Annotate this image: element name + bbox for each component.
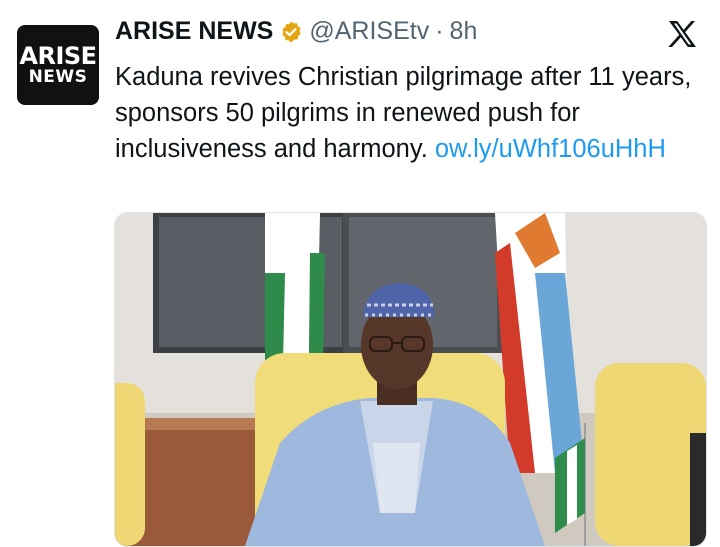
separator-dot: · (435, 17, 444, 45)
author-name[interactable]: ARISE NEWS (115, 17, 273, 46)
tweet-body: Kaduna revives Christian pilgrimage afte… (115, 59, 705, 167)
post-timestamp[interactable]: 8h (450, 17, 478, 46)
photo-official-portrait (115, 213, 706, 546)
avatar-logo-line2: NEWS (28, 67, 88, 87)
tweet-image[interactable] (114, 212, 707, 547)
x-logo-icon[interactable] (666, 18, 698, 50)
author-handle[interactable]: @ARISEtv (309, 17, 429, 46)
verified-badge-icon (282, 21, 302, 42)
tweet-header: ARISE NEWS @ARISEtv · 8h (115, 17, 477, 46)
tweet-link[interactable]: ow.ly/uWhf106uHhH (435, 135, 666, 163)
avatar-logo-line1: ARISE (19, 42, 97, 70)
avatar[interactable]: ARISE NEWS (17, 25, 99, 105)
